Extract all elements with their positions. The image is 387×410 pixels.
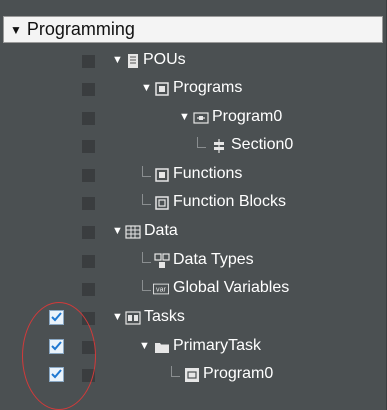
var-icon-text: var xyxy=(156,286,167,294)
status-square xyxy=(82,83,95,96)
tree-item-label: Data Types xyxy=(173,251,254,268)
project-tree-panel: ▼ Programming ▼ POUs ▼ Programs ▼ Progra… xyxy=(0,0,387,410)
tree-item-data[interactable]: ▼ Data xyxy=(0,219,387,247)
status-square xyxy=(82,55,95,68)
tree-item-label: Program0 xyxy=(212,108,283,125)
expand-toggle-icon[interactable]: ▼ xyxy=(112,54,123,66)
var-icon: var xyxy=(153,283,169,295)
tree-item-label: Data xyxy=(144,222,178,239)
status-square xyxy=(82,112,95,125)
tree-item-data-types[interactable]: Data Types xyxy=(0,248,387,276)
status-square xyxy=(82,226,95,239)
tree-item-label: Section0 xyxy=(231,136,294,153)
folder-icon xyxy=(155,343,169,353)
data-types-icon xyxy=(154,253,170,268)
tree-connector-icon xyxy=(142,194,151,205)
tree-item-label: Function Blocks xyxy=(173,193,286,210)
tree-connector-icon xyxy=(142,166,151,177)
expand-toggle-icon[interactable]: ▼ xyxy=(179,111,190,123)
tree-item-label: Tasks xyxy=(144,308,185,325)
status-square xyxy=(82,169,95,182)
section-icon xyxy=(214,139,224,153)
table-icon xyxy=(125,225,141,239)
tree-item-pous[interactable]: ▼ POUs xyxy=(0,48,387,76)
status-square xyxy=(82,255,95,268)
tree-connector-icon xyxy=(171,366,180,377)
tree-item-label: Global Variables xyxy=(173,279,290,296)
tree-item-label: POUs xyxy=(143,51,186,68)
program-ref-icon xyxy=(185,368,199,382)
function-blocks-icon xyxy=(155,196,169,210)
tree-item-label: Program0 xyxy=(203,365,274,382)
tree-item-functions[interactable]: Functions xyxy=(0,162,387,190)
tree-item-label: PrimaryTask xyxy=(173,337,262,354)
tree-item-label: Functions xyxy=(173,165,243,182)
programs-folder-icon xyxy=(155,82,169,96)
highlight-annotation-oval xyxy=(22,302,96,410)
status-square xyxy=(82,283,95,296)
expand-toggle-icon[interactable]: ▼ xyxy=(112,225,123,237)
program-icon xyxy=(193,112,209,124)
collapse-triangle-icon[interactable]: ▼ xyxy=(10,23,22,37)
tree-connector-icon xyxy=(197,137,206,148)
tree-item-global-variables[interactable]: var Global Variables xyxy=(0,276,387,304)
functions-icon xyxy=(155,168,169,182)
expand-toggle-icon[interactable]: ▼ xyxy=(141,82,152,94)
expand-toggle-icon[interactable]: ▼ xyxy=(139,340,150,352)
tree-connector-icon xyxy=(142,252,151,263)
programming-section-header[interactable]: ▼ Programming xyxy=(3,16,383,43)
status-square xyxy=(82,197,95,210)
book-icon xyxy=(128,54,138,68)
section-title: Programming xyxy=(26,19,135,39)
tree-item-function-blocks[interactable]: Function Blocks xyxy=(0,190,387,218)
tree-item-programs[interactable]: ▼ Programs xyxy=(0,76,387,104)
tree-item-program0[interactable]: ▼ Program0 xyxy=(0,105,387,133)
status-square xyxy=(82,140,95,153)
tasks-icon xyxy=(125,311,141,325)
tree-item-label: Programs xyxy=(173,79,243,96)
tree-connector-icon xyxy=(142,280,151,291)
tree-item-section0[interactable]: Section0 xyxy=(0,133,387,161)
expand-toggle-icon[interactable]: ▼ xyxy=(112,311,123,323)
